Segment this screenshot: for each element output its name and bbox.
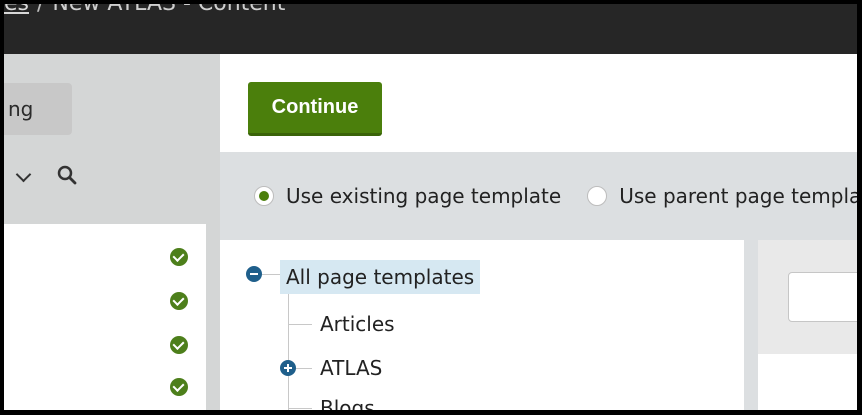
- left-panel-button[interactable]: ng: [4, 83, 72, 135]
- breadcrumb-link[interactable]: es: [4, 4, 29, 16]
- collapse-icon[interactable]: [246, 266, 262, 282]
- expand-icon[interactable]: [280, 360, 296, 376]
- tree-item-atlas[interactable]: ATLAS: [320, 356, 382, 380]
- right-pane: [758, 240, 857, 410]
- breadcrumb-current: New ATLAS - Content: [52, 4, 285, 16]
- tree-connector: [296, 368, 312, 369]
- breadcrumb: es / New ATLAS - Content: [4, 4, 285, 20]
- search-icon[interactable]: [56, 164, 78, 186]
- check-icon: [170, 248, 188, 266]
- radio-parent-template-label[interactable]: Use parent page template: [619, 184, 857, 208]
- left-panel: ng: [4, 54, 220, 410]
- tree-connector: [288, 324, 312, 325]
- radio-existing-template[interactable]: [254, 185, 274, 206]
- tree-item-articles[interactable]: Articles: [320, 312, 395, 336]
- continue-button[interactable]: Continue: [248, 82, 382, 136]
- main-header: Continue: [220, 54, 857, 152]
- tree-root-item[interactable]: All page templates: [280, 260, 481, 294]
- right-pane-header: [758, 240, 857, 354]
- template-radio-group: Use existing page template Use parent pag…: [254, 182, 857, 208]
- tree-connector: [288, 408, 312, 409]
- app-frame: es / New ATLAS - Content ng Continue Use e…: [4, 4, 857, 410]
- left-panel-tools: [4, 164, 220, 188]
- check-icon: [170, 336, 188, 354]
- template-options: Use existing page template Use parent pag…: [220, 152, 857, 240]
- right-pane-input[interactable]: [788, 272, 857, 322]
- left-status-list: [4, 224, 206, 410]
- template-tree: All page templates Articles ATLAS Blogs: [220, 240, 744, 410]
- check-icon: [170, 292, 188, 310]
- chevron-down-icon[interactable]: [15, 166, 32, 183]
- tree-connector: [262, 274, 280, 275]
- breadcrumb-separator: /: [37, 4, 44, 16]
- check-icon: [170, 378, 188, 396]
- radio-parent-template[interactable]: [587, 185, 608, 206]
- tree-connector: [288, 294, 289, 410]
- tree-item-blogs[interactable]: Blogs: [320, 396, 375, 410]
- radio-existing-template-label[interactable]: Use existing page template: [286, 184, 561, 208]
- breadcrumb-bar: es / New ATLAS - Content: [4, 4, 857, 54]
